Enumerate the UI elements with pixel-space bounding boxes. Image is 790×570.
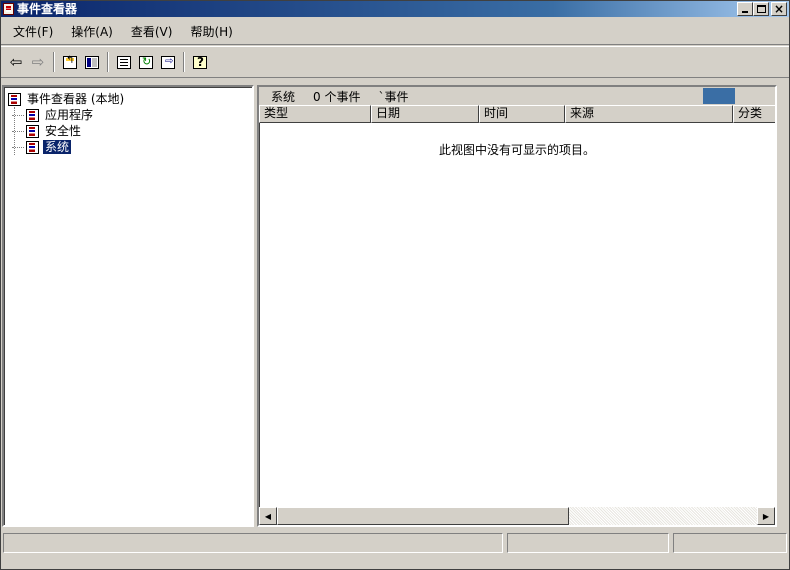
event-viewer-window: 事件查看器 × 文件(F) 操作(A) 查看(V) 帮助(H) ⇦ ⇨ 事件查看… (0, 0, 790, 570)
refresh-icon (139, 55, 153, 69)
status-bar (1, 531, 789, 555)
tree-root[interactable]: 事件查看器 (本地) (8, 91, 252, 107)
status-panel-main (3, 533, 503, 553)
left-arrow-icon: ◀ (264, 511, 272, 521)
tree-item-security[interactable]: 安全性 (12, 123, 252, 139)
pane-header-event-count: 0 个事件 (313, 89, 361, 104)
back-button[interactable]: ⇦ (5, 51, 27, 73)
export-list-button[interactable] (157, 51, 179, 73)
column-header-date[interactable]: 日期 (371, 105, 479, 123)
window-controls: × (737, 2, 787, 16)
scrollbar-track[interactable] (569, 507, 757, 525)
properties-button[interactable] (113, 51, 135, 73)
help-button[interactable] (189, 51, 211, 73)
title-bar[interactable]: 事件查看器 × (1, 1, 789, 17)
toolbar: ⇦ ⇨ (1, 46, 789, 78)
window-title: 事件查看器 (17, 2, 78, 16)
column-header-source[interactable]: 来源 (565, 105, 733, 123)
menu-help[interactable]: 帮助(H) (184, 22, 238, 42)
pane-header-extra: `事件 (378, 89, 409, 104)
log-icon (26, 140, 39, 154)
forward-button[interactable]: ⇨ (27, 51, 49, 73)
empty-list-message: 此视图中没有可显示的项目。 (438, 143, 595, 157)
show-hide-tree-icon (85, 55, 99, 69)
pane-header: 系统 0 个事件 `事件 (259, 87, 775, 105)
scroll-right-button[interactable]: ▶ (757, 507, 775, 525)
minimize-button[interactable] (737, 2, 753, 16)
help-icon (193, 55, 207, 69)
status-panel-secondary (507, 533, 669, 553)
menu-action[interactable]: 操作(A) (65, 22, 119, 42)
maximize-button[interactable] (753, 2, 769, 16)
back-arrow-icon: ⇦ (9, 52, 23, 71)
refresh-button[interactable] (135, 51, 157, 73)
header-highlight (703, 88, 735, 104)
pane-header-log-name: 系统 (271, 89, 296, 104)
event-viewer-app-icon (3, 3, 14, 15)
tree-item-label: 安全性 (45, 124, 82, 138)
event-viewer-node-icon (8, 92, 21, 106)
close-icon: × (773, 2, 785, 16)
tree-item-label: 系统 (41, 139, 73, 155)
menu-view[interactable]: 查看(V) (125, 22, 179, 42)
forward-arrow-icon: ⇨ (31, 52, 45, 71)
menu-bar: 文件(F) 操作(A) 查看(V) 帮助(H) (1, 19, 789, 45)
column-header-type[interactable]: 类型 (259, 105, 371, 123)
scrollbar-thumb[interactable] (277, 507, 569, 525)
tree-item-application[interactable]: 应用程序 (12, 107, 252, 123)
console-tree[interactable]: 事件查看器 (本地) 应用程序 安全性 系统 (2, 85, 254, 527)
column-headers: 类型 日期 时间 来源 分类 (259, 105, 775, 123)
toolbar-separator (107, 52, 109, 72)
event-list-pane[interactable]: 系统 0 个事件 `事件 类型 日期 时间 来源 分类 此视图中没有可显示的项目… (257, 85, 777, 527)
properties-icon (117, 55, 131, 69)
log-icon (26, 108, 39, 122)
maximize-icon (756, 5, 766, 13)
tree-item-label: 应用程序 (45, 108, 94, 122)
export-list-icon (161, 55, 175, 69)
minimize-icon (742, 11, 748, 13)
menu-file[interactable]: 文件(F) (7, 22, 59, 42)
column-header-time[interactable]: 时间 (479, 105, 565, 123)
column-header-category[interactable]: 分类 (733, 105, 775, 123)
tree-root-label: 事件查看器 (本地) (27, 92, 125, 106)
status-panel-tertiary (673, 533, 787, 553)
toolbar-separator (183, 52, 185, 72)
horizontal-scrollbar[interactable]: ◀ ▶ (259, 507, 775, 525)
right-arrow-icon: ▶ (762, 511, 770, 521)
close-button[interactable]: × (771, 2, 787, 16)
up-folder-icon (63, 55, 77, 69)
toolbar-separator (53, 52, 55, 72)
show-hide-tree-button[interactable] (81, 51, 103, 73)
tree-item-system[interactable]: 系统 (12, 139, 252, 155)
log-icon (26, 124, 39, 138)
scroll-left-button[interactable]: ◀ (259, 507, 277, 525)
up-one-level-button[interactable] (59, 51, 81, 73)
